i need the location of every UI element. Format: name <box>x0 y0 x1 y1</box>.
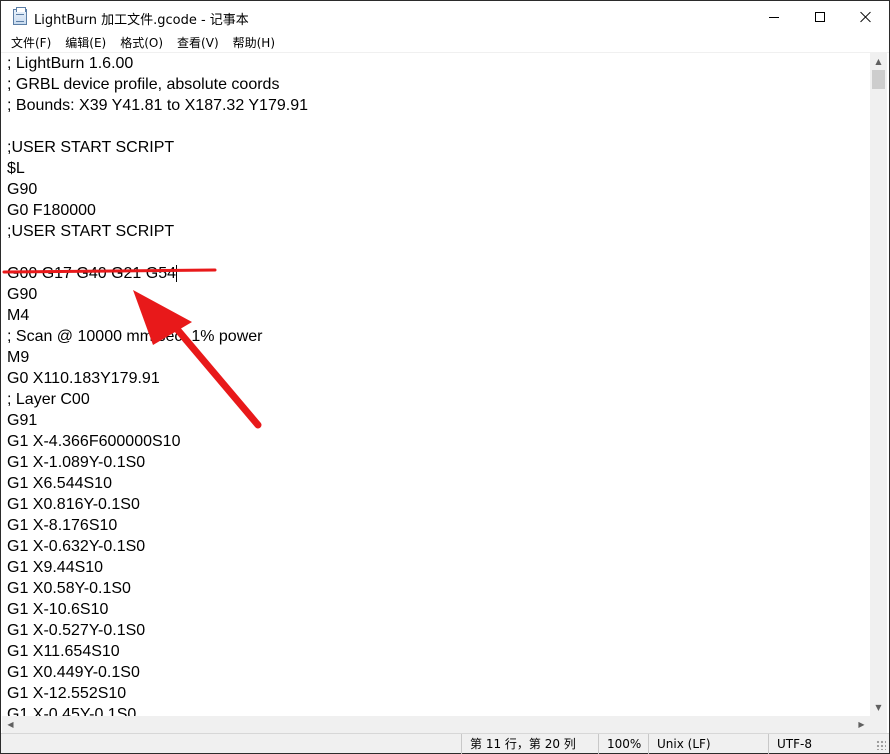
code-line[interactable]: G91 <box>7 410 37 431</box>
code-line[interactable]: G1 X-12.552S10 <box>7 683 126 704</box>
code-line[interactable]: G1 X-0.632Y-0.1S0 <box>7 536 145 557</box>
code-line[interactable]: G1 X-8.176S10 <box>7 515 117 536</box>
code-line[interactable]: G0 X110.183Y179.91 <box>7 368 160 389</box>
code-line[interactable]: M9 <box>7 347 29 368</box>
menu-view[interactable]: 查看(V) <box>170 33 226 53</box>
code-line[interactable]: G00 G17 G40 G21 G54 <box>7 263 176 284</box>
code-line[interactable]: ;USER START SCRIPT <box>7 221 174 242</box>
code-line[interactable]: G1 X0.449Y-0.1S0 <box>7 662 140 683</box>
code-line[interactable]: G1 X-10.6S10 <box>7 599 108 620</box>
code-line[interactable]: G1 X-4.366F600000S10 <box>7 431 180 452</box>
code-line[interactable]: ; LightBurn 1.6.00 <box>7 53 133 74</box>
minimize-button[interactable] <box>751 1 797 33</box>
scroll-right-icon[interactable]: ▶ <box>853 716 870 733</box>
code-line[interactable]: G1 X0.58Y-0.1S0 <box>7 578 131 599</box>
scroll-left-icon[interactable]: ◀ <box>2 716 19 733</box>
code-line[interactable]: G1 X-0.45Y-0.1S0 <box>7 704 136 716</box>
code-line[interactable]: M4 <box>7 305 29 326</box>
minimize-icon <box>769 16 779 18</box>
status-line-ending: Unix (LF) <box>648 734 768 754</box>
code-line[interactable]: G90 <box>7 284 37 305</box>
notepad-window: LightBurn 加工文件.gcode - 记事本 文件(F) 编辑(E) 格… <box>0 0 890 754</box>
status-zoom: 100% <box>598 734 648 754</box>
notepad-icon <box>13 7 27 25</box>
maximize-button[interactable] <box>797 1 843 33</box>
close-icon <box>860 11 872 23</box>
scroll-down-icon[interactable]: ▼ <box>870 699 887 716</box>
code-line[interactable]: ; GRBL device profile, absolute coords <box>7 74 279 95</box>
scrollbar-corner <box>870 716 887 733</box>
menu-edit[interactable]: 编辑(E) <box>58 33 113 53</box>
code-line[interactable]: G1 X6.544S10 <box>7 473 112 494</box>
maximize-icon <box>815 12 825 22</box>
code-line[interactable]: G1 X-0.527Y-0.1S0 <box>7 620 145 641</box>
status-cursor-position: 第 11 行，第 20 列 <box>461 734 598 754</box>
menu-file[interactable]: 文件(F) <box>4 33 58 53</box>
menu-help[interactable]: 帮助(H) <box>226 33 282 53</box>
title-bar[interactable]: LightBurn 加工文件.gcode - 记事本 <box>1 1 889 33</box>
code-line[interactable]: G1 X9.44S10 <box>7 557 103 578</box>
menu-format[interactable]: 格式(O) <box>113 33 170 53</box>
status-encoding: UTF-8 <box>768 734 871 754</box>
code-line[interactable]: G0 F180000 <box>7 200 96 221</box>
code-line[interactable]: G1 X11.654S10 <box>7 641 120 662</box>
text-caret <box>176 265 177 282</box>
vertical-scrollbar[interactable]: ▲ ▼ <box>870 53 887 716</box>
close-button[interactable] <box>843 1 889 33</box>
text-editor-area[interactable]: ; LightBurn 1.6.00; GRBL device profile,… <box>2 53 870 716</box>
code-line[interactable]: G90 <box>7 179 37 200</box>
resize-grip-icon[interactable] <box>876 740 886 750</box>
code-line[interactable]: ; Bounds: X39 Y41.81 to X187.32 Y179.91 <box>7 95 308 116</box>
code-line[interactable]: G1 X-1.089Y-0.1S0 <box>7 452 145 473</box>
code-line[interactable]: G1 X0.816Y-0.1S0 <box>7 494 140 515</box>
code-line[interactable]: $L <box>7 158 25 179</box>
scroll-up-icon[interactable]: ▲ <box>870 53 887 70</box>
menu-bar: 文件(F) 编辑(E) 格式(O) 查看(V) 帮助(H) <box>1 33 889 53</box>
status-bar: 第 11 行，第 20 列 100% Unix (LF) UTF-8 <box>1 733 889 754</box>
vertical-scroll-thumb[interactable] <box>872 70 885 89</box>
horizontal-scrollbar[interactable]: ◀ ▶ <box>2 716 870 733</box>
code-line[interactable]: ;USER START SCRIPT <box>7 137 174 158</box>
code-line[interactable]: ; Scan @ 10000 mm/sec, 1% power <box>7 326 262 347</box>
window-title: LightBurn 加工文件.gcode - 记事本 <box>34 13 249 28</box>
code-line[interactable]: ; Layer C00 <box>7 389 90 410</box>
status-empty-cell <box>1 734 461 754</box>
